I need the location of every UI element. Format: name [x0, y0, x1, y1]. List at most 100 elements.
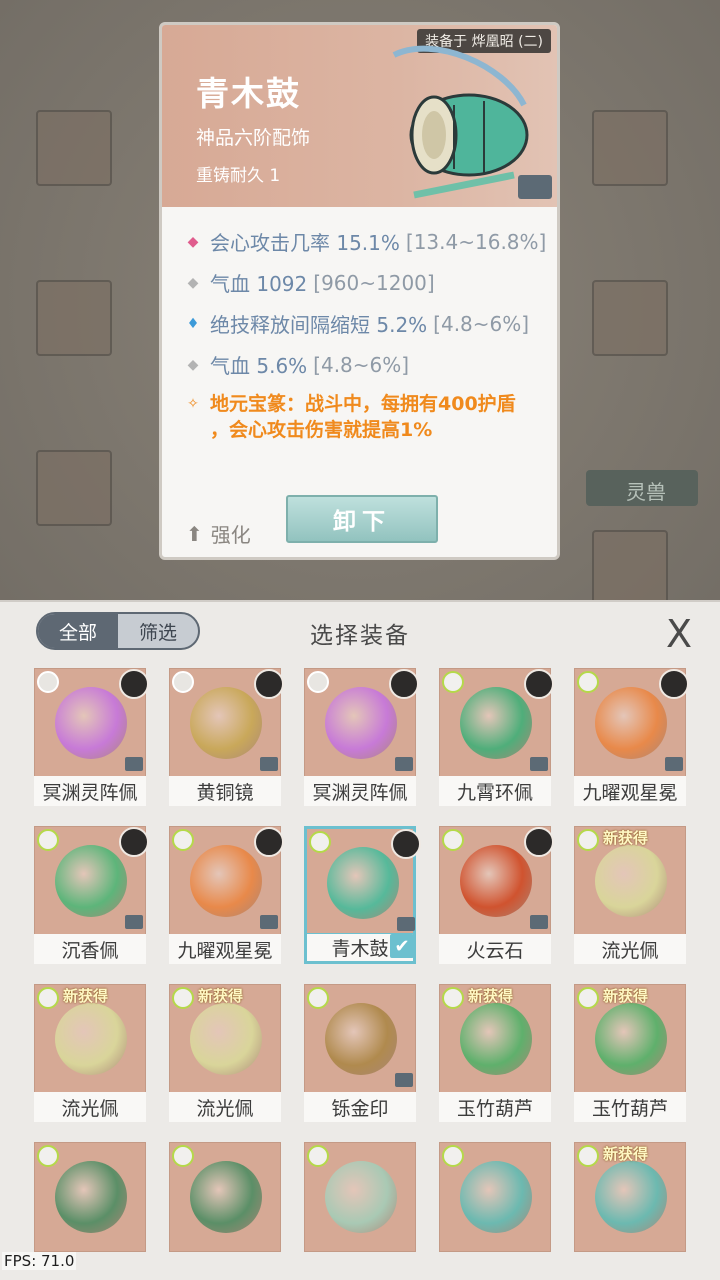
quality-badge-icon: [577, 829, 599, 851]
jade-lock-icon: [190, 1161, 262, 1233]
bronze-mirror-icon: [190, 687, 262, 759]
equipment-thumbnail: [169, 1142, 281, 1252]
light-disc-icon: [55, 1003, 127, 1075]
equipment-thumbnail: 新获得: [574, 984, 686, 1094]
equipment-slot[interactable]: 火云石: [439, 826, 554, 964]
selected-check-icon: ✔: [390, 934, 414, 958]
new-acquired-tag: 新获得: [198, 987, 244, 1005]
blue-flame-icon: ♦: [186, 315, 200, 332]
quality-badge-icon: [37, 987, 59, 1009]
stat-row: ◆ 气血 5.6% [4.8~6%]: [182, 344, 552, 385]
equipment-thumbnail: [304, 1142, 416, 1252]
equipment-slot[interactable]: 九曜观星冕: [574, 668, 689, 806]
spirit-beast-tab[interactable]: 灵兽: [586, 470, 698, 506]
filter-screen-tab[interactable]: 筛选: [118, 614, 198, 648]
lock-icon: [530, 915, 548, 929]
background-equip-slot: [592, 530, 668, 606]
stat-range: [13.4~16.8%]: [405, 229, 547, 254]
equipment-thumbnail: [439, 826, 554, 936]
new-acquired-tag: 新获得: [603, 829, 649, 847]
equipment-slot[interactable]: 九曜观星冕: [169, 826, 284, 964]
owner-avatar: [119, 669, 149, 699]
equipment-slot[interactable]: 冥渊灵阵佩: [304, 668, 419, 806]
jade-knot-icon: [595, 1161, 667, 1233]
jade-fan-icon: [325, 1161, 397, 1233]
light-disc-icon: [190, 1003, 262, 1075]
quality-badge-icon: [172, 829, 194, 851]
equipment-name: 流光佩: [574, 934, 686, 964]
equipment-slot[interactable]: 新获得流光佩: [574, 826, 686, 964]
lock-icon: [125, 915, 143, 929]
owner-avatar: [389, 669, 419, 699]
owner-avatar: [254, 669, 284, 699]
gray-diamond-icon: ◆: [187, 274, 199, 291]
special-effect-line: ，会心攻击伤害就提高1%: [210, 419, 433, 441]
equipment-slot[interactable]: 新获得 玉竹葫芦: [574, 984, 686, 1122]
quality-badge-icon: [307, 671, 329, 693]
jade-lock-icon: [55, 1161, 127, 1233]
background-equip-slot: [592, 110, 668, 186]
owner-avatar: [254, 827, 284, 857]
pink-diamond-icon: ◆: [187, 233, 199, 250]
equipment-slot[interactable]: 冥渊灵阵佩: [34, 668, 149, 806]
equipment-slot[interactable]: 沉香佩: [34, 826, 149, 964]
equipment-slot[interactable]: 新获得 玉竹葫芦: [439, 984, 551, 1122]
equipment-name: 玉竹葫芦: [439, 1092, 551, 1122]
lock-icon: [530, 757, 548, 771]
up-arrow-icon: ⬆: [186, 521, 203, 546]
orange-rune-icon: ✧: [187, 396, 199, 412]
close-icon[interactable]: X: [666, 612, 692, 656]
equipment-slot[interactable]: [439, 1142, 551, 1280]
equipment-thumbnail: [34, 826, 149, 936]
equipment-name: 黄铜镜: [169, 776, 281, 806]
equipment-name: 流光佩: [169, 1092, 281, 1122]
equipment-thumbnail: [34, 1142, 146, 1252]
golden-seal-icon: [325, 1003, 397, 1075]
lock-icon: [518, 175, 552, 199]
equipment-slot[interactable]: 新获得流光佩: [169, 984, 281, 1122]
owner-avatar: [524, 669, 554, 699]
unequip-button[interactable]: 卸下: [286, 495, 438, 543]
equipment-select-panel: 选择装备 全部 筛选 X 冥渊灵阵佩 黄铜镜 冥渊灵阵佩 九霄环佩 九曜观星冕 沉香佩 九曜…: [0, 600, 720, 1280]
quality-badge-icon: [37, 1145, 59, 1167]
new-acquired-tag: 新获得: [603, 1145, 649, 1163]
background-equip-slot: [36, 110, 112, 186]
equipment-thumbnail: [304, 668, 419, 778]
equipment-slot[interactable]: 九霄环佩: [439, 668, 554, 806]
equipment-slot[interactable]: 新获得 流光佩: [34, 984, 146, 1122]
special-effect-text: 地元宝篆：战斗中，每拥有400护盾 ，会心攻击伤害就提高1%: [210, 391, 516, 443]
quality-badge-icon: [442, 1145, 464, 1167]
enhance-button[interactable]: ⬆ 强化: [186, 519, 251, 548]
equipment-slot[interactable]: 青木鼓 ✔: [304, 826, 421, 964]
equipment-name: 九霄环佩: [439, 776, 551, 806]
stats-list: ◆ 会心攻击几率 15.1% [13.4~16.8%] ◆ 气血 1092 [9…: [182, 221, 552, 443]
equipment-thumbnail: [34, 668, 149, 778]
flame-crown-icon: [595, 687, 667, 759]
spirit-beast-tab-label: 灵兽: [626, 480, 666, 504]
lock-icon: [395, 1073, 413, 1087]
equipment-name: 沉香佩: [34, 934, 146, 964]
equipment-thumbnail: [169, 668, 284, 778]
equipment-slot[interactable]: 铄金印: [304, 984, 416, 1122]
quality-badge-icon: [172, 987, 194, 1009]
stat-text: 气血 1092: [210, 272, 308, 296]
quality-badge-icon: [577, 1145, 599, 1167]
filter-all-tab[interactable]: 全部: [38, 614, 118, 648]
fire-crystal-icon: [460, 845, 532, 917]
stat-range: [4.8~6%]: [433, 311, 530, 336]
equipment-slot[interactable]: [169, 1142, 281, 1280]
stat-text: 绝技释放间隔缩短 5.2%: [210, 313, 428, 337]
equipment-slot[interactable]: 新获得: [574, 1142, 686, 1280]
lock-icon: [397, 917, 415, 931]
equipment-name: 九曜观星冕: [574, 776, 686, 806]
equipment-thumbnail: [439, 1142, 551, 1252]
item-grade: 神品六阶配饰: [196, 127, 311, 149]
item-name: 青木鼓: [196, 74, 301, 113]
quality-badge-icon: [307, 1145, 329, 1167]
equipment-slot[interactable]: [304, 1142, 416, 1280]
new-acquired-tag: 新获得: [603, 987, 649, 1005]
equipment-thumbnail: [574, 668, 689, 778]
lock-icon: [260, 757, 278, 771]
equipment-slot[interactable]: 黄铜镜: [169, 668, 284, 806]
special-effect-line: 地元宝篆：战斗中，每拥有400护盾: [210, 393, 516, 415]
